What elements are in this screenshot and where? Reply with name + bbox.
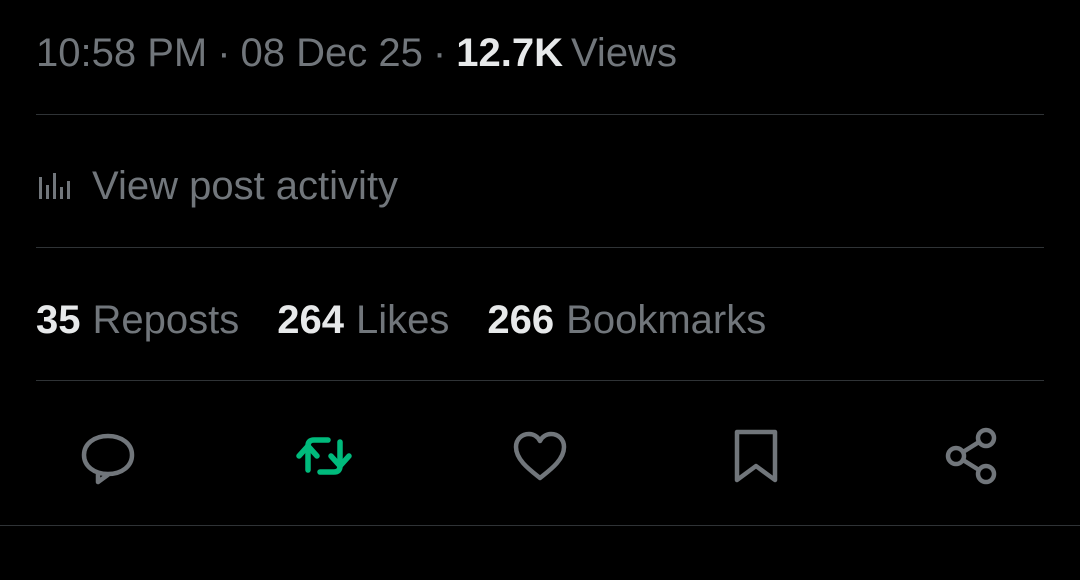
- bookmark-button[interactable]: [724, 424, 788, 488]
- post-time: 10:58 PM: [36, 31, 208, 75]
- like-button[interactable]: [508, 424, 572, 488]
- divider: [36, 380, 1044, 381]
- reposts-label: Reposts: [92, 297, 240, 342]
- likes-label: Likes: [356, 297, 450, 342]
- divider: [0, 525, 1080, 526]
- post-date: 08 Dec 25: [240, 31, 423, 75]
- repost-button[interactable]: [292, 424, 356, 488]
- bookmarks-count: 266: [487, 297, 555, 342]
- bookmarks-label: Bookmarks: [566, 297, 767, 342]
- like-icon: [513, 431, 567, 481]
- reply-button[interactable]: [76, 424, 140, 488]
- bar-chart-icon: [36, 169, 70, 203]
- share-button[interactable]: [940, 424, 1004, 488]
- meta-separator: ·: [432, 31, 447, 75]
- meta-separator: ·: [217, 31, 231, 75]
- view-post-activity-label: View post activity: [92, 163, 399, 208]
- divider: [36, 114, 1044, 115]
- engagement-stats: 35 Reposts 264 Likes 266 Bookmarks: [36, 290, 804, 350]
- reply-icon: [81, 433, 135, 485]
- share-icon: [945, 427, 997, 485]
- bookmark-icon: [734, 429, 778, 483]
- views-count: 12.7K: [456, 31, 563, 75]
- views-label: Views: [570, 31, 677, 75]
- bookmarks-stat[interactable]: 266 Bookmarks: [487, 298, 766, 343]
- divider: [36, 247, 1044, 248]
- repost-icon: [296, 437, 352, 475]
- likes-count: 264: [277, 297, 344, 342]
- post-actions: [0, 420, 1080, 490]
- likes-stat[interactable]: 264 Likes: [277, 298, 449, 343]
- reposts-stat[interactable]: 35 Reposts: [36, 298, 239, 343]
- view-post-activity-link[interactable]: View post activity: [36, 156, 398, 216]
- post-meta: 10:58 PM · 08 Dec 25 · 12.7K Views: [36, 26, 677, 80]
- reposts-count: 35: [36, 297, 81, 342]
